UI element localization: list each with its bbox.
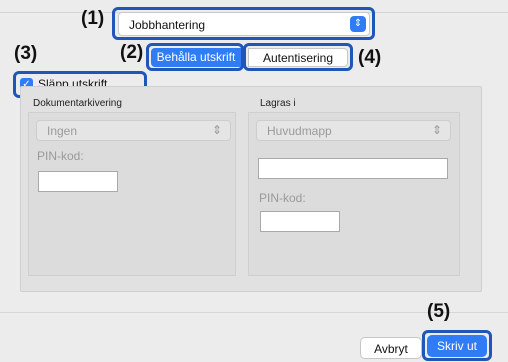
document-filing-pin-input[interactable]	[38, 171, 118, 192]
document-filing-select-value: Ingen	[47, 124, 78, 138]
cancel-button[interactable]: Avbryt	[360, 337, 422, 359]
store-in-heading: Lagras i	[260, 98, 296, 109]
callout-5: (5)	[427, 301, 451, 322]
callout-1: (1)	[81, 8, 105, 29]
store-in-select[interactable]: Huvudmapp ⇕	[256, 120, 451, 141]
preset-select[interactable]: Jobbhantering ⇕	[118, 12, 370, 36]
preset-select-value: Jobbhantering	[129, 18, 206, 32]
updown-chevron-icon: ⇕	[431, 123, 442, 137]
tab-authentication[interactable]: Autentisering	[248, 48, 348, 67]
updown-chevron-icon: ⇕	[350, 16, 366, 32]
store-in-folder-input[interactable]	[258, 158, 448, 179]
callout-3: (3)	[14, 43, 38, 64]
document-filing-select[interactable]: Ingen ⇕	[36, 120, 231, 141]
document-filing-heading: Dokumentarkivering	[33, 98, 122, 109]
document-filing-pin-label: PIN-kod:	[37, 149, 84, 163]
store-in-select-value: Huvudmapp	[267, 124, 332, 138]
updown-chevron-icon: ⇕	[211, 123, 222, 137]
store-in-pin-input[interactable]	[260, 211, 340, 232]
print-button[interactable]: Skriv ut	[427, 335, 487, 357]
store-in-pin-label: PIN-kod:	[259, 191, 306, 205]
callout-2: (2)	[120, 42, 144, 63]
callout-4: (4)	[358, 47, 382, 68]
tab-retain-print[interactable]: Behålla utskrift	[151, 48, 241, 67]
